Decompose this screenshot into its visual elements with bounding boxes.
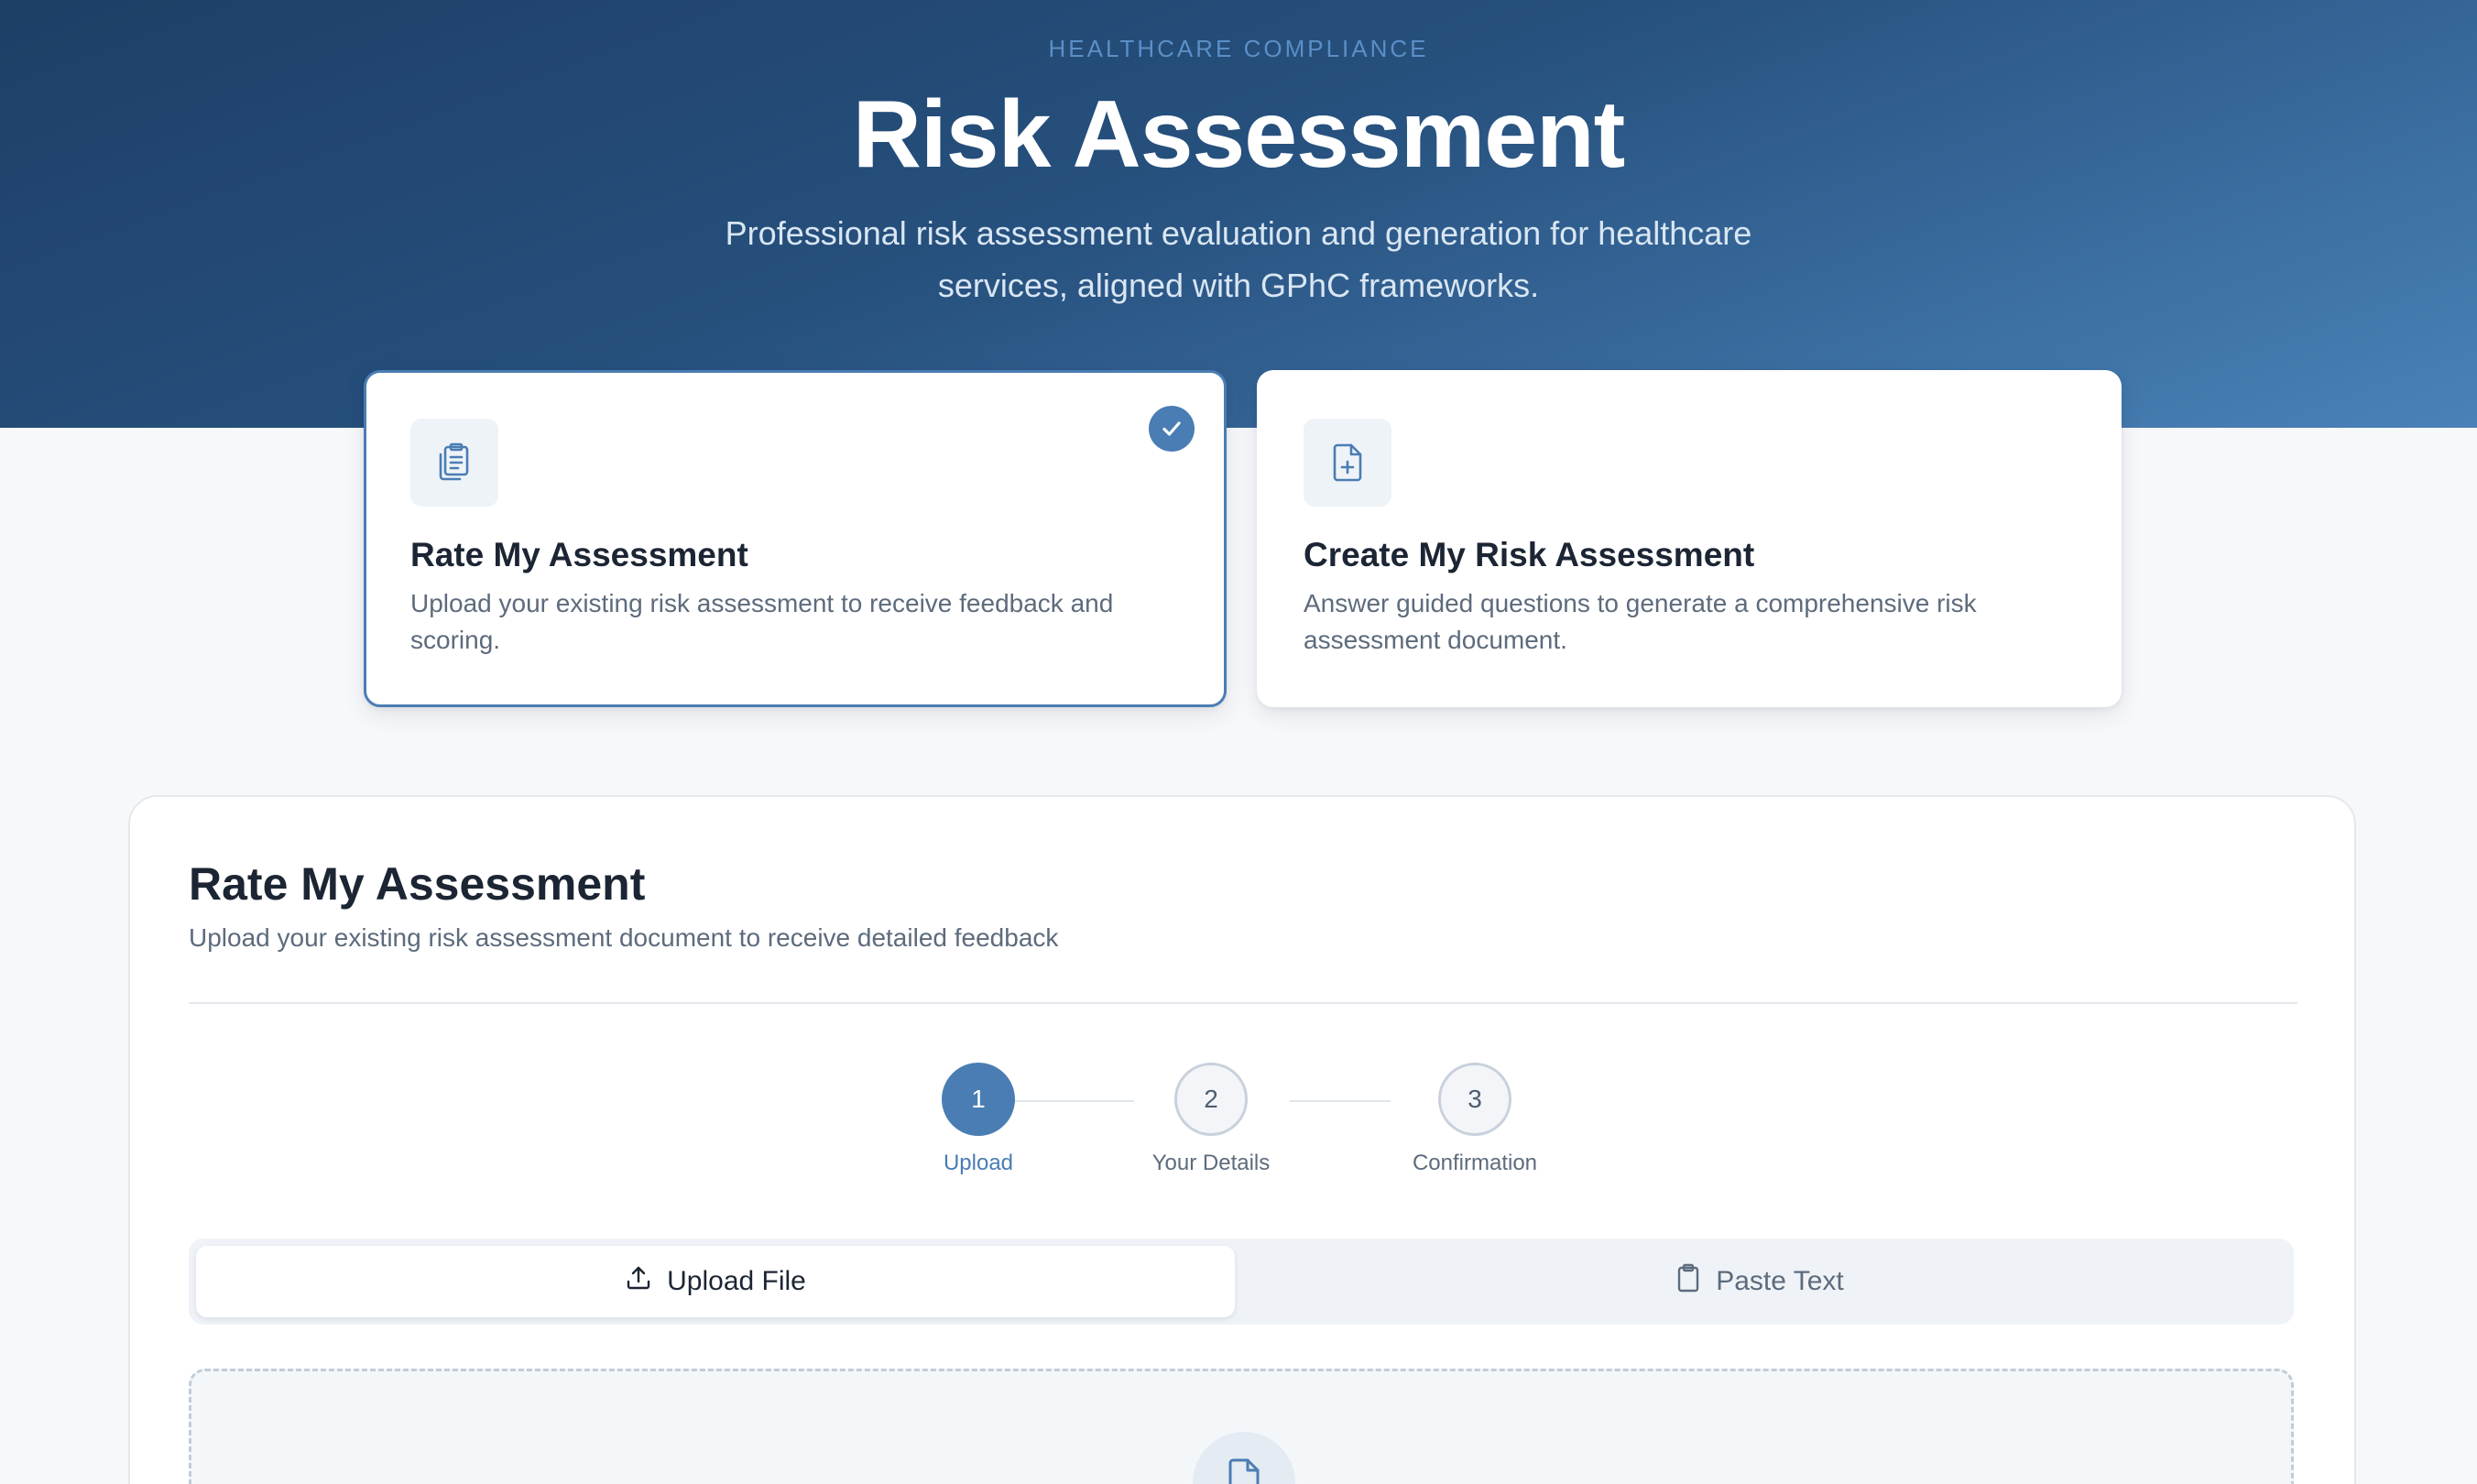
clipboard-list-icon [410,419,498,507]
hero-eyebrow: HEALTHCARE COMPLIANCE [1048,35,1429,62]
step-2-label: Your Details [1151,1151,1271,1175]
step-connector [1290,1100,1391,1102]
input-method-tabs: Upload File Paste Text [189,1238,2294,1325]
hero-subtitle: Professional risk assessment evaluation … [725,214,1752,304]
mode-card-title: Rate My Assessment [410,536,748,573]
mode-card-rate-assessment[interactable]: Rate My Assessment Upload your existing … [364,370,1227,707]
step-connector [1015,1100,1134,1102]
file-dropzone[interactable] [189,1369,2294,1484]
mode-card-description: Answer guided questions to generate a co… [1304,589,1977,654]
mode-card-description: Upload your existing risk assessment to … [410,589,1114,654]
page-title: Risk Assessment [852,82,1626,188]
tab-label: Upload File [667,1266,806,1296]
step-1-label: Upload [943,1151,1014,1175]
step-1-indicator: 1 [942,1063,1015,1136]
step-3-label: Confirmation [1412,1151,1538,1175]
clipboard-icon [1675,1263,1701,1300]
panel-subtitle: Upload your existing risk assessment doc… [189,923,1059,952]
tab-upload-file[interactable]: Upload File [196,1246,1235,1317]
panel-title: Rate My Assessment [189,858,646,910]
page: HEALTHCARE COMPLIANCE Risk Assessment Pr… [0,0,2477,1484]
hero-banner: HEALTHCARE COMPLIANCE Risk Assessment Pr… [0,0,2477,428]
mode-card-create-assessment[interactable]: Create My Risk Assessment Answer guided … [1257,370,2122,707]
file-upload-icon [1193,1432,1295,1484]
step-2-indicator: 2 [1174,1063,1248,1136]
tab-label: Paste Text [1716,1266,1844,1296]
upload-icon [625,1264,652,1299]
mode-card-title: Create My Risk Assessment [1304,536,1755,573]
selected-check-icon [1149,406,1195,452]
tab-paste-text[interactable]: Paste Text [1240,1246,2279,1317]
file-plus-icon [1304,419,1391,507]
step-3-indicator: 3 [1438,1063,1511,1136]
divider [189,1002,2297,1004]
